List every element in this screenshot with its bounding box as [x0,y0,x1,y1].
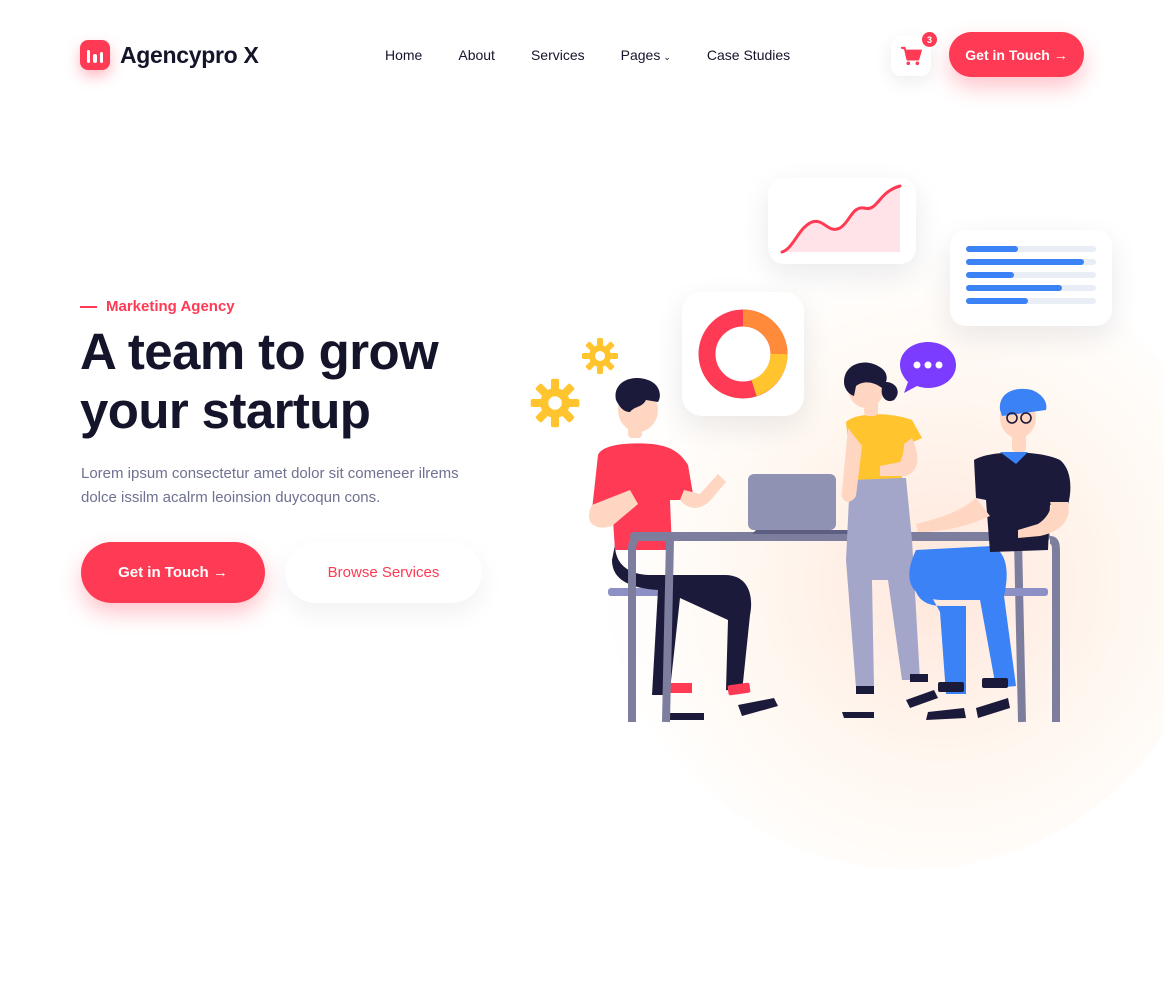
nav-item-services[interactable]: Services [531,47,585,63]
hero-illustration [520,160,1140,750]
hero-cta-label: Get in Touch [118,564,209,581]
nav-item-case-studies[interactable]: Case Studies [707,47,790,63]
browse-services-button[interactable]: Browse Services [285,542,482,603]
tagline-dash [80,305,97,308]
hero-description: Lorem ipsum consectetur amet dolor sit c… [81,465,459,506]
cart-button[interactable]: 3 [891,32,937,76]
arrow-right-icon: → [212,564,228,581]
nav-item-pages-label: Pages [620,47,661,63]
brand-logo[interactable]: Agencypro X [80,40,259,70]
hero-tagline: Marketing Agency [80,298,235,315]
hero-headline-line-1: A team to grow [80,323,439,380]
hero-headline-line-2: your startup [80,382,371,439]
main-nav: Home About Services Pages ⌄ Case Studies [385,47,790,63]
tagline-text: Marketing Agency [106,298,235,315]
nav-item-about[interactable]: About [458,47,495,63]
brand-name: Agencypro X [120,41,259,68]
team-at-desk-illustration [588,362,1071,723]
arrow-right-icon: → [1053,46,1068,63]
header-cta-label: Get in Touch [965,46,1050,63]
cart-count-badge: 3 [922,32,937,47]
nav-item-pages[interactable]: Pages ⌄ [621,47,671,63]
hero-get-in-touch-button[interactable]: Get in Touch → [81,542,265,603]
nav-item-home[interactable]: Home [385,47,422,63]
chevron-down-icon: ⌄ [663,52,671,62]
logo-bars-icon [80,40,110,70]
header-get-in-touch-button[interactable]: Get in Touch → [949,32,1084,77]
cart-icon [901,46,922,66]
hero-headline: A team to grow your startup [80,322,540,440]
